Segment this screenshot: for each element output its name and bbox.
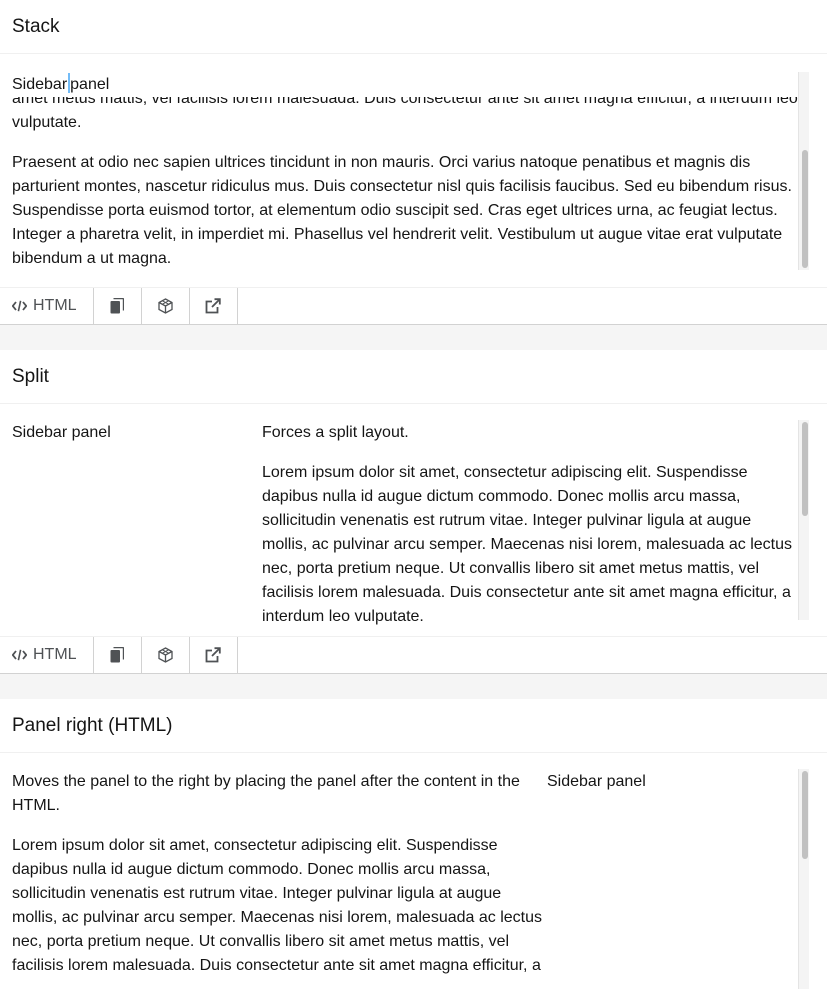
html-label: HTML <box>33 297 77 314</box>
paragraph-line: Lorem ipsum dolor sit amet, consectetur … <box>12 837 498 854</box>
external-link-button[interactable] <box>190 637 238 673</box>
section-header: Panel right (HTML) <box>0 699 827 753</box>
sidebar-panel: Sidebar panel <box>547 770 646 794</box>
paragraph-line: facilisis lorem malesuada. Duis consecte… <box>12 957 541 974</box>
example-stack: Sidebar panel amet metus mattis, vel faci… <box>0 54 827 288</box>
sidebar-panel: Sidebar panel <box>12 421 111 445</box>
paragraph-line: bibendum a ut magna. <box>12 250 172 267</box>
section-title: Stack <box>12 15 60 37</box>
html-toggle-button[interactable]: HTML <box>0 288 94 324</box>
paragraph-line: interdum leo vulputate. <box>262 608 424 625</box>
external-link-button[interactable] <box>190 288 238 324</box>
section-header: Stack <box>0 0 827 54</box>
paragraph-line: nec, porta pretium neque. Ut convallis l… <box>12 933 510 950</box>
section-stack: Stack Sidebar panel amet metus mattis, ve… <box>0 0 827 325</box>
content-panel: Moves the panel to the right by placing … <box>12 770 542 978</box>
copy-button[interactable] <box>94 288 142 324</box>
paragraph-line: dapibus nulla id augue dictum commodo. D… <box>262 488 741 505</box>
codesandbox-icon <box>157 647 173 663</box>
overflow-line: amet metus mattis, vel facilisis lorem m… <box>12 90 798 107</box>
code-icon <box>12 649 27 661</box>
scroll-thumb[interactable] <box>802 150 808 268</box>
paragraph-line: mollis, ac pulvinar arcu semper. Maecena… <box>12 909 543 926</box>
overflow-line: vulputate. <box>12 114 82 131</box>
section-title: Panel right (HTML) <box>12 714 173 736</box>
content-panel: Forces a split layout. Lorem ipsum dolor… <box>262 421 797 629</box>
example-toolbar: HTML <box>0 637 827 674</box>
paragraph-line: dapibus nulla id augue dictum commodo. D… <box>12 861 491 878</box>
paragraph-line: mollis, ac pulvinar arcu semper. Maecena… <box>262 536 793 553</box>
example-split: Sidebar panel Forces a split layout. Lor… <box>0 404 827 637</box>
intro-text: Forces a split layout. <box>262 424 409 441</box>
paragraph-line: Suspendisse porta euismod tortor, at ele… <box>12 202 778 219</box>
example-toolbar: HTML <box>0 288 827 325</box>
html-label: HTML <box>33 646 77 663</box>
paragraph-line: sollicitudin venenatis est rutrum vitae.… <box>262 512 752 529</box>
code-icon <box>12 300 27 312</box>
section-gap <box>0 325 827 350</box>
paragraph-line: sollicitudin venenatis est rutrum vitae.… <box>12 885 502 902</box>
section-gap <box>0 674 827 699</box>
scrollbar[interactable] <box>798 769 809 989</box>
copy-icon <box>110 298 125 314</box>
section-panel-right: Panel right (HTML) Moves the panel to th… <box>0 699 827 989</box>
sidebar-label: Sidebar panel <box>12 424 111 441</box>
external-link-icon <box>205 647 221 663</box>
example-panel-right: Moves the panel to the right by placing … <box>0 753 827 989</box>
scroll-thumb[interactable] <box>802 422 808 516</box>
external-link-icon <box>205 298 221 314</box>
copy-icon <box>110 647 125 663</box>
scrollbar[interactable] <box>798 420 809 620</box>
codesandbox-button[interactable] <box>142 288 190 324</box>
section-title: Split <box>12 365 49 387</box>
paragraph-line: Praesent at odio nec sapien ultrices tin… <box>12 154 751 171</box>
intro-line: Moves the panel to the right by placing … <box>12 773 520 790</box>
paragraph-line: parturient montes, nascetur ridiculus mu… <box>12 178 792 195</box>
paragraph-line: nec, porta pretium neque. Ut convallis l… <box>262 560 760 577</box>
paragraph-line: Integer a pharetra velit, in imperdiet m… <box>12 226 783 243</box>
content-panel: amet metus mattis, vel facilisis lorem m… <box>12 87 802 271</box>
sidebar-label: Sidebar panel <box>547 773 646 790</box>
scroll-thumb[interactable] <box>802 771 808 859</box>
codesandbox-button[interactable] <box>142 637 190 673</box>
copy-button[interactable] <box>94 637 142 673</box>
section-header: Split <box>0 350 827 404</box>
codesandbox-icon <box>157 298 173 314</box>
section-split: Split Sidebar panel Forces a split layou… <box>0 350 827 674</box>
html-toggle-button[interactable]: HTML <box>0 637 94 673</box>
scrollbar[interactable] <box>798 72 809 270</box>
intro-line: HTML. <box>12 797 60 814</box>
paragraph-line: facilisis lorem malesuada. Duis consecte… <box>262 584 791 601</box>
paragraph-line: Lorem ipsum dolor sit amet, consectetur … <box>262 464 748 481</box>
